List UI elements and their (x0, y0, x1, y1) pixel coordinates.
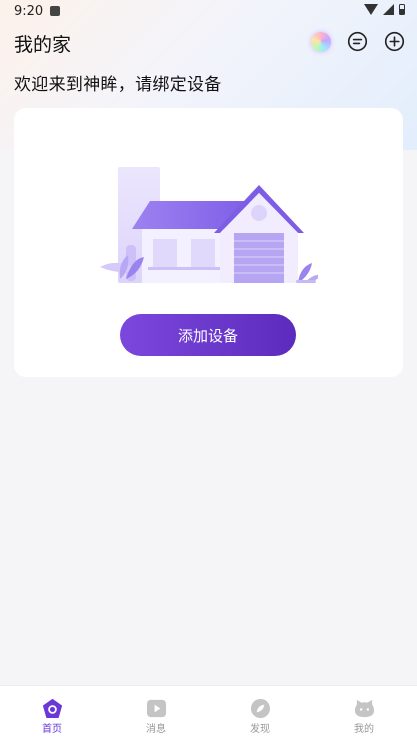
empty-device-card: 添加设备 (14, 108, 403, 377)
battery-icon (399, 4, 405, 15)
wifi-icon (364, 4, 378, 15)
welcome-text: 欢迎来到神眸，请绑定设备 (14, 75, 222, 95)
discover-icon (250, 698, 270, 719)
add-icon[interactable] (384, 31, 405, 52)
tab-profile-label: 我的 (354, 724, 374, 735)
add-device-button[interactable]: 添加设备 (120, 314, 296, 356)
status-time: 9:20 (14, 4, 44, 19)
home-icon (42, 698, 62, 719)
tab-discover-label: 发现 (250, 724, 270, 735)
bottom-tab-bar: 首页 消息 发现 我的 (0, 685, 417, 742)
cellular-signal-icon (383, 4, 394, 15)
message-icon[interactable] (347, 31, 368, 52)
status-icons (364, 4, 405, 15)
status-bar: 9:20 (0, 0, 417, 24)
tab-messages[interactable]: 消息 (104, 686, 208, 742)
header: 我的家 (14, 30, 405, 58)
tab-messages-label: 消息 (146, 724, 166, 735)
message-play-icon (146, 699, 166, 718)
notification-icon (50, 6, 60, 16)
tab-home[interactable]: 首页 (0, 686, 104, 742)
tab-home-label: 首页 (42, 724, 62, 735)
profile-icon (354, 699, 374, 718)
page-title: 我的家 (14, 34, 72, 56)
house-illustration (100, 167, 318, 283)
header-actions (311, 31, 405, 52)
voice-assistant-icon[interactable] (311, 31, 331, 52)
tab-profile[interactable]: 我的 (312, 686, 416, 742)
tab-discover[interactable]: 发现 (208, 686, 312, 742)
